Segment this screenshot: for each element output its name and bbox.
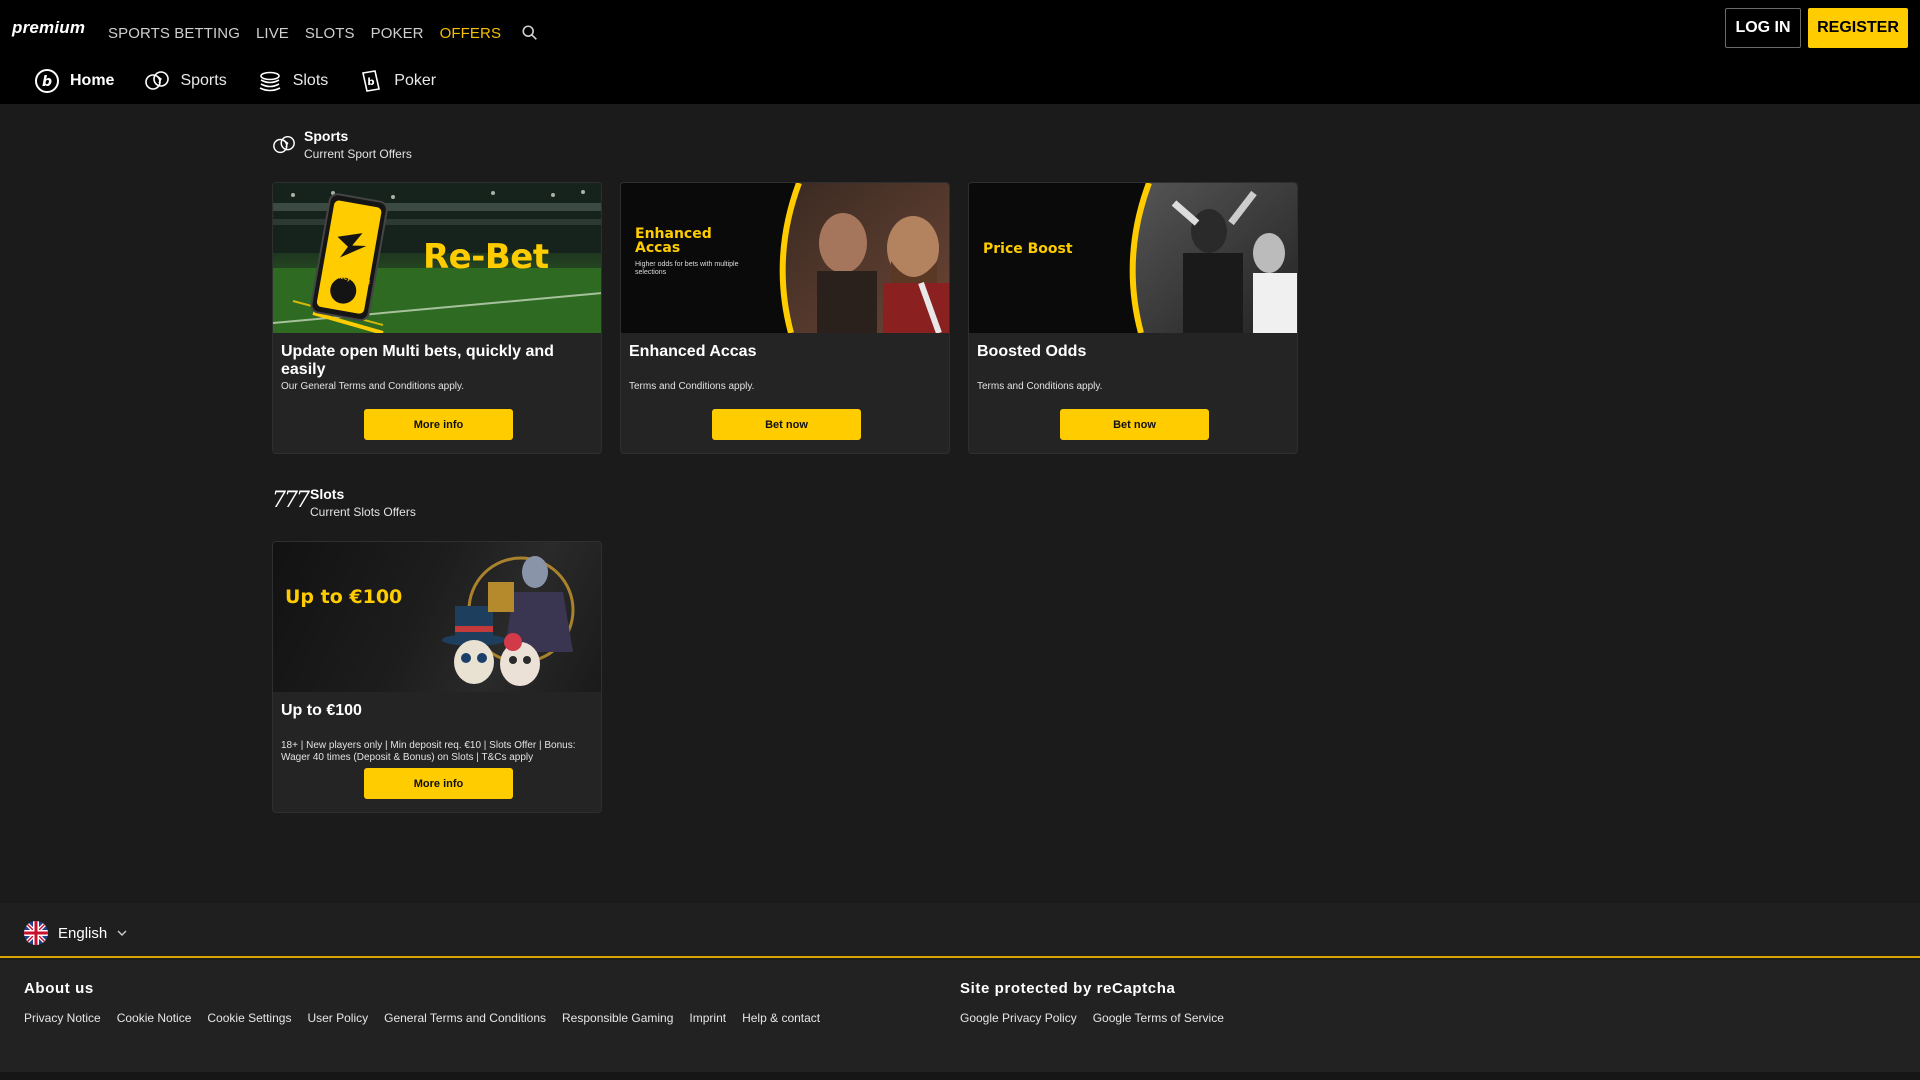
more-info-button[interactable]: More info xyxy=(364,768,513,799)
rebet-banner-text: Re-Bet xyxy=(423,237,549,277)
sports-section-header: Sports Current Sport Offers xyxy=(272,128,412,163)
help-contact-link[interactable]: Help & contact xyxy=(742,1011,820,1025)
svg-text:b: b xyxy=(42,74,52,90)
subnav-poker-label: Poker xyxy=(394,72,437,89)
enhanced-accas-banner: Enhanced Accas Higher odds for bets with… xyxy=(621,183,949,333)
fans-photo-decoration xyxy=(779,183,949,333)
card-terms: 18+ | New players only | Min deposit req… xyxy=(281,740,576,763)
nav-poker[interactable]: POKER xyxy=(371,25,424,42)
home-b-icon: b xyxy=(35,69,59,93)
logo[interactable]: premium xyxy=(12,18,85,38)
general-terms-link[interactable]: General Terms and Conditions xyxy=(384,1011,546,1025)
nav-sports-betting[interactable]: SPORTS BETTING xyxy=(108,25,240,42)
card-terms: Terms and Conditions apply. xyxy=(629,381,755,392)
poker-card-icon: b xyxy=(362,70,381,92)
cookie-settings-link[interactable]: Cookie Settings xyxy=(207,1011,291,1025)
offer-card-enhanced-accas: Enhanced Accas Higher odds for bets with… xyxy=(620,182,950,454)
subnav-home[interactable]: b Home xyxy=(34,68,114,94)
sports-section-title: Sports xyxy=(304,128,349,144)
about-us-title: About us xyxy=(24,980,94,997)
recaptcha-title: Site protected by reCaptcha xyxy=(960,980,1176,997)
offer-card-rebet: Recycle Bet Re-Bet Update open Multi bet… xyxy=(272,182,602,454)
nav-live[interactable]: LIVE xyxy=(256,25,289,42)
balls-icon xyxy=(145,71,170,90)
subnav-poker[interactable]: b Poker xyxy=(358,68,436,94)
sports-section-subtitle: Current Sport Offers xyxy=(304,147,412,161)
subnav-slots[interactable]: Slots xyxy=(257,68,329,94)
bet-now-button[interactable]: Bet now xyxy=(712,409,861,440)
user-policy-link[interactable]: User Policy xyxy=(307,1011,368,1025)
slots-section-title: Slots xyxy=(310,486,345,502)
more-info-button[interactable]: More info xyxy=(364,409,513,440)
card-title: Boosted Odds xyxy=(977,343,1087,360)
offer-card-boosted-odds: Price Boost Boosted Odds Terms and Condi… xyxy=(968,182,1298,454)
cookie-notice-link[interactable]: Cookie Notice xyxy=(117,1011,192,1025)
responsible-gaming-link[interactable]: Responsible Gaming xyxy=(562,1011,673,1025)
subnav-sports-label: Sports xyxy=(180,72,227,89)
slots-section-header: 777 Slots Current Slots Offers xyxy=(272,486,416,521)
offer-card-slots-bonus: Up to €100 Up to €100 18+ | New players … xyxy=(272,541,602,813)
coin-stack-icon xyxy=(259,71,281,92)
bet-now-button[interactable]: Bet now xyxy=(1060,409,1209,440)
slots-bonus-banner-text: Up to €100 xyxy=(285,586,403,608)
about-links: Privacy Notice Cookie Notice Cookie Sett… xyxy=(24,1011,820,1025)
card-terms: Our General Terms and Conditions apply. xyxy=(281,381,465,392)
imprint-link[interactable]: Imprint xyxy=(689,1011,726,1025)
uk-flag-icon xyxy=(24,921,48,945)
recaptcha-links: Google Privacy Policy Google Terms of Se… xyxy=(960,1011,1224,1025)
chevron-down-icon xyxy=(117,930,127,936)
enhanced-accas-banner-subtext: Higher odds for bets with multiple selec… xyxy=(635,261,739,276)
balls-icon xyxy=(273,135,295,154)
nav-slots[interactable]: SLOTS xyxy=(305,25,355,42)
card-title: Up to €100 xyxy=(281,702,362,719)
rebet-banner: Recycle Bet Re-Bet xyxy=(273,183,601,333)
google-terms-link[interactable]: Google Terms of Service xyxy=(1093,1011,1224,1025)
language-label: English xyxy=(58,924,108,942)
price-boost-banner-text: Price Boost xyxy=(983,241,1073,257)
skull-characters-decoration xyxy=(442,556,575,686)
subnav-slots-label: Slots xyxy=(292,72,329,89)
login-button[interactable]: LOG IN xyxy=(1725,8,1801,48)
enhanced-accas-banner-text: Enhanced Accas xyxy=(635,226,712,256)
subnav-home-label: Home xyxy=(70,72,115,89)
sub-nav: b Home Sports Slots b Poker xyxy=(34,68,436,94)
main-nav: SPORTS BETTING LIVE SLOTS POKER OFFERS xyxy=(108,24,539,42)
subnav-sports[interactable]: Sports xyxy=(144,68,227,94)
top-bar: premium SPORTS BETTING LIVE SLOTS POKER … xyxy=(0,0,1920,104)
language-bar: English xyxy=(0,903,1920,958)
search-icon[interactable] xyxy=(521,24,539,42)
privacy-notice-link[interactable]: Privacy Notice xyxy=(24,1011,101,1025)
google-privacy-link[interactable]: Google Privacy Policy xyxy=(960,1011,1077,1025)
slots-bonus-banner: Up to €100 xyxy=(273,542,601,692)
nav-offers[interactable]: OFFERS xyxy=(440,25,501,42)
slots-777-icon: 777 xyxy=(272,488,310,513)
card-title: Update open Multi bets, quickly and easi… xyxy=(281,343,554,378)
price-boost-banner: Price Boost xyxy=(969,183,1297,333)
svg-text:b: b xyxy=(368,77,375,88)
card-terms: Terms and Conditions apply. xyxy=(977,381,1103,392)
card-title: Enhanced Accas xyxy=(629,343,757,360)
footer: About us Privacy Notice Cookie Notice Co… xyxy=(0,960,1920,1072)
register-button[interactable]: REGISTER xyxy=(1808,8,1908,48)
bottom-strip xyxy=(0,1072,1920,1080)
language-selector[interactable]: English xyxy=(24,921,127,945)
fans-photo-decoration xyxy=(1129,183,1297,333)
slots-section-subtitle: Current Slots Offers xyxy=(310,505,416,519)
